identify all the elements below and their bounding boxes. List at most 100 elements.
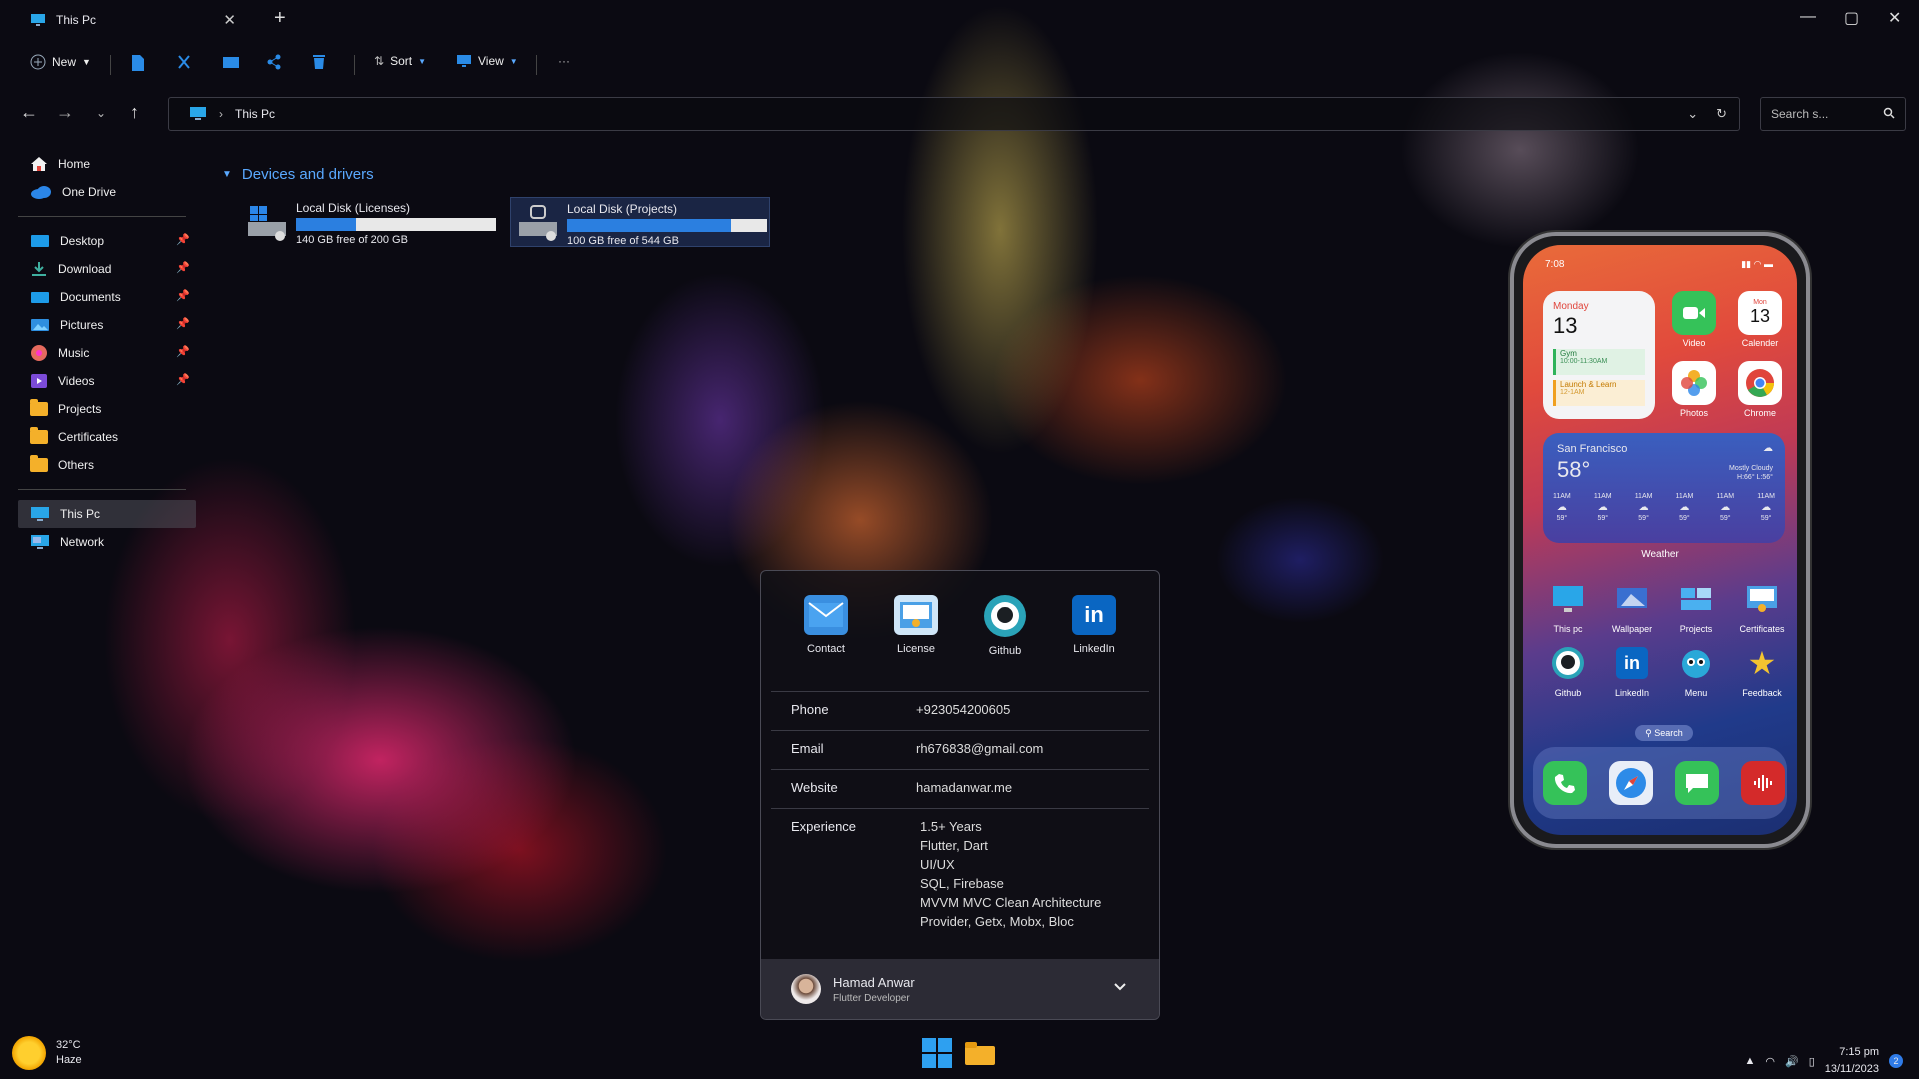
clock[interactable]: 7:15 pm 13/11/2023: [1825, 1044, 1879, 1078]
cal-date: 13: [1553, 313, 1578, 338]
hour-temp: 59°: [1760, 515, 1772, 522]
app-photos[interactable]: Photos: [1669, 361, 1719, 418]
forward-arrow-icon[interactable]: →: [56, 102, 74, 123]
share-icon[interactable]: [266, 54, 282, 70]
cut-icon[interactable]: [176, 54, 192, 70]
file-explorer-icon[interactable]: [964, 1040, 996, 1071]
app-video[interactable]: Video: [1669, 291, 1719, 348]
address-dropdown-icon[interactable]: ⌄: [1687, 106, 1698, 122]
sidebar-item-desktop[interactable]: Desktop 📌: [18, 227, 196, 255]
sidebar-item-pictures[interactable]: Pictures 📌: [18, 311, 196, 339]
safari-icon[interactable]: [1609, 761, 1653, 805]
app-github[interactable]: Github: [1543, 641, 1593, 698]
sidebar-item-label: One Drive: [62, 185, 117, 199]
sidebar-item-videos[interactable]: Videos 📌: [18, 367, 196, 395]
sidebar-item-label: Projects: [58, 402, 102, 416]
new-button[interactable]: New ▼: [30, 54, 91, 70]
messages-icon[interactable]: [1675, 761, 1719, 805]
chevron-down-icon[interactable]: [1113, 979, 1127, 997]
volume-icon[interactable]: 🔊: [1785, 1055, 1799, 1068]
drive-name: Local Disk (Licenses): [296, 201, 411, 215]
back-arrow-icon[interactable]: ←: [20, 102, 38, 123]
license-link[interactable]: License: [894, 595, 938, 691]
calendar-event: Launch & Learn 12-1AM: [1553, 380, 1645, 406]
breadcrumb[interactable]: This Pc: [235, 107, 275, 121]
app-certificates[interactable]: Certificates: [1737, 577, 1787, 634]
app-menu[interactable]: Menu: [1671, 641, 1721, 698]
drive-projects[interactable]: Local Disk (Projects) 100 GB free of 544…: [510, 197, 770, 247]
battery-icon[interactable]: ▯: [1809, 1055, 1815, 1068]
sidebar-item-music[interactable]: Music 📌: [18, 339, 196, 367]
up-arrow-icon[interactable]: ↑: [130, 102, 139, 123]
rename-icon[interactable]: [222, 54, 240, 70]
github-link[interactable]: Github: [984, 595, 1026, 691]
search-pill[interactable]: ⚲ Search: [1635, 725, 1693, 741]
pin-icon[interactable]: 📌: [176, 261, 190, 274]
delete-icon[interactable]: [312, 54, 326, 70]
profile-footer[interactable]: Hamad Anwar Flutter Developer: [761, 959, 1159, 1019]
new-tab-button[interactable]: +: [274, 7, 286, 30]
search-icon[interactable]: [1883, 107, 1895, 119]
maximize-icon[interactable]: ▢: [1844, 8, 1859, 28]
weather-widget[interactable]: San Francisco 58° ☁ Mostly Cloudy H:66° …: [1543, 433, 1785, 543]
search-label: Search: [1654, 728, 1683, 738]
email-value[interactable]: rh676838@gmail.com: [916, 741, 1043, 769]
weather-widget-label: Weather: [1641, 549, 1679, 560]
linkedin-link[interactable]: in LinkedIn: [1072, 595, 1116, 691]
phone-app-icon[interactable]: [1543, 761, 1587, 805]
app-this-pc[interactable]: This pc: [1543, 577, 1593, 634]
start-button[interactable]: [922, 1038, 952, 1073]
app-chrome[interactable]: Chrome: [1735, 361, 1785, 418]
clock-time: 7:15 pm: [1839, 1046, 1879, 1058]
drive-free-space: 140 GB free of 200 GB: [296, 234, 408, 246]
calendar-widget[interactable]: Monday 13 Gym 10:00-11:30AM Launch & Lea…: [1543, 291, 1655, 419]
app-linkedin[interactable]: in LinkedIn: [1607, 641, 1657, 698]
app-projects[interactable]: Projects: [1671, 577, 1721, 634]
tab-this-pc[interactable]: This Pc ✕: [18, 6, 246, 34]
drive-licenses[interactable]: Local Disk (Licenses) 140 GB free of 200…: [240, 197, 500, 247]
contact-link[interactable]: Contact: [804, 595, 848, 691]
recent-chevron-icon[interactable]: ⌄: [96, 106, 106, 120]
app-calender[interactable]: Mon 13 Calender: [1735, 291, 1785, 348]
pin-icon[interactable]: 📌: [176, 233, 190, 246]
pin-icon[interactable]: 📌: [176, 345, 190, 358]
close-window-icon[interactable]: ✕: [1888, 8, 1901, 28]
sidebar-item-label: Music: [58, 346, 90, 360]
voice-memos-icon[interactable]: [1741, 761, 1785, 805]
taskbar-weather[interactable]: 32°C Haze: [12, 1036, 82, 1070]
sidebar-item-projects[interactable]: Projects: [18, 395, 196, 423]
view-button[interactable]: View ▼: [456, 54, 518, 68]
pin-icon[interactable]: 📌: [176, 289, 190, 302]
more-options-icon[interactable]: ···: [558, 54, 570, 68]
notification-badge[interactable]: 2: [1889, 1054, 1903, 1068]
sort-button[interactable]: ⇅ Sort ▼: [374, 54, 426, 68]
pin-icon[interactable]: 📌: [176, 317, 190, 330]
new-file-icon[interactable]: [130, 54, 146, 72]
sidebar-item-onedrive[interactable]: One Drive: [18, 178, 196, 206]
cal-app-date: 13: [1749, 306, 1771, 326]
search-input[interactable]: Search s...: [1760, 97, 1906, 131]
pin-icon[interactable]: 📌: [176, 373, 190, 386]
view-label: View: [478, 54, 504, 68]
website-value[interactable]: hamadanwar.me: [916, 780, 1012, 808]
refresh-icon[interactable]: ↻: [1716, 106, 1727, 122]
linkedin-icon: in: [1072, 595, 1116, 635]
sidebar-item-documents[interactable]: Documents 📌: [18, 283, 196, 311]
show-hidden-icons-icon[interactable]: ▲: [1744, 1055, 1755, 1067]
wifi-icon[interactable]: ◠: [1765, 1055, 1775, 1068]
app-wallpaper[interactable]: Wallpaper: [1607, 577, 1657, 634]
close-tab-icon[interactable]: ✕: [223, 11, 236, 29]
sidebar-item-this-pc[interactable]: This Pc: [18, 500, 196, 528]
minimize-icon[interactable]: —: [1800, 8, 1816, 26]
sidebar-item-others[interactable]: Others: [18, 451, 196, 479]
sidebar-item-home[interactable]: Home: [18, 150, 196, 178]
sidebar-item-download[interactable]: Download 📌: [18, 255, 196, 283]
contact-card: Contact License Github in LinkedIn Phone…: [760, 570, 1160, 1020]
address-bar[interactable]: › This Pc ⌄ ↻: [168, 97, 1740, 131]
phone-value[interactable]: +923054200605: [916, 702, 1010, 730]
devices-section-header[interactable]: ▼ Devices and drivers: [222, 166, 374, 183]
cloud-icon: [30, 185, 52, 199]
app-feedback[interactable]: ★ Feedback: [1737, 641, 1787, 698]
sidebar-item-certificates[interactable]: Certificates: [18, 423, 196, 451]
sidebar-item-network[interactable]: Network: [18, 528, 196, 556]
